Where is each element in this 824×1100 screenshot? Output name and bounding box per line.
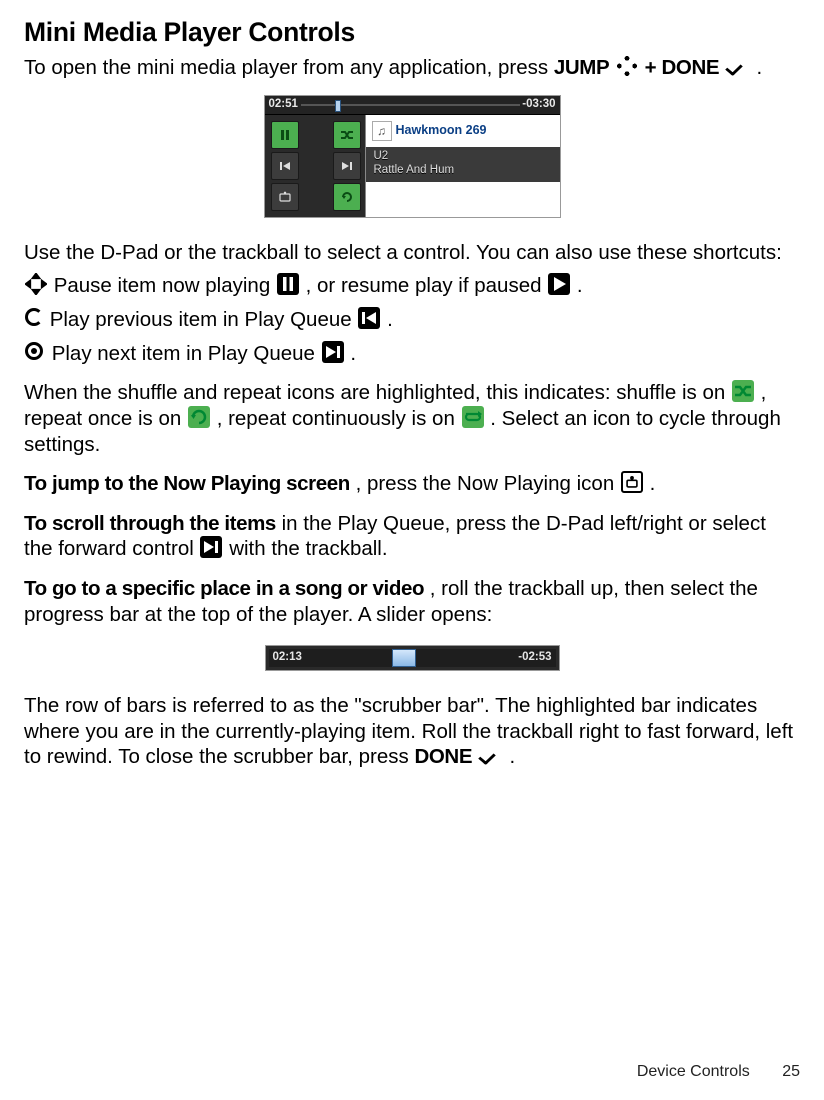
mini-media-player: 02:51 -03:30 [264,95,561,218]
footer-page-number: 25 [782,1063,800,1080]
done-key-label: DONE [662,56,720,79]
music-note-icon: ♫ [372,121,392,141]
seek-paragraph: To go to a specific place in a song or v… [24,576,800,627]
scrubber-a: The row of bars is referred to as the "s… [24,694,793,768]
repeat-once-icon [188,406,210,428]
now-playing-button[interactable] [271,183,299,211]
page-title: Mini Media Player Controls [24,16,800,49]
page-footer: Device Controls 25 [24,1062,800,1082]
next-button[interactable] [333,152,361,180]
done-icon [726,55,750,77]
pause-button[interactable] [271,121,299,149]
play-icon [548,273,570,295]
intro-paragraph: To open the mini media player from any a… [24,55,800,81]
next-text: Play next item in Play Queue [52,342,321,365]
shuffle-repeat-paragraph: When the shuffle and repeat icons are hi… [24,380,800,457]
next-shortcut-line: Play next item in Play Queue . [24,341,800,367]
scrubber-handle[interactable] [392,649,416,667]
dpad-intro: Use the D-Pad or the trackball to select… [24,240,800,266]
prev-text: Play previous item in Play Queue [50,308,358,331]
pause-text-mid: , or resume play if paused [306,274,548,297]
progress-track [301,104,520,106]
previous-track-icon [358,307,380,329]
done-icon-2 [479,744,503,766]
scrubber-b: . [510,745,516,768]
scrubber-paragraph: The row of bars is referred to as the "s… [24,693,800,770]
repeat-continuous-icon [462,406,484,428]
prev-post: . [387,308,393,331]
forward-ring-icon [25,341,45,363]
prev-shortcut-line: Play previous item in Play Queue . [24,307,800,333]
now-playing-bold: To jump to the Now Playing screen [24,472,350,495]
track-artist: U2 [374,150,552,164]
next-post: . [350,342,356,365]
pause-icon [277,273,299,295]
now-playing-rest: , press the Now Playing icon [356,472,620,495]
expand-arrows-icon [25,273,47,295]
repeat-button[interactable] [333,183,361,211]
rewind-ring-icon [25,307,43,329]
scroll-paragraph: To scroll through the items in the Play … [24,511,800,562]
previous-button[interactable] [271,152,299,180]
footer-section: Device Controls [637,1063,750,1080]
track-title: Hawkmoon 269 [396,123,487,138]
jump-key-label: JUMP [554,56,609,79]
track-meta: ♫ Hawkmoon 269 U2 Rattle And Hum [365,115,560,217]
player-figure: 02:51 -03:30 [24,95,800,218]
progress-bar[interactable]: 02:51 -03:30 [265,96,560,115]
shuffle-on-icon [732,380,754,402]
player-controls [265,115,365,217]
intro-post: . [757,56,763,79]
now-playing-paragraph: To jump to the Now Playing screen , pres… [24,471,800,497]
pause-text-post: . [577,274,583,297]
intro-text: To open the mini media player from any a… [24,56,554,79]
pause-text-pre: Pause item now playing [54,274,276,297]
forward-control-icon [200,536,222,558]
scroll-bold: To scroll through the items [24,512,276,535]
scrubber-done-label: DONE [414,745,472,768]
scrubber-remaining: -02:53 [518,652,551,664]
scrubber-figure: 02:13 -02:53 [24,641,800,671]
remaining-time: -03:30 [522,99,555,111]
next-track-icon [322,341,344,363]
scroll-rest-b: with the trackball. [229,537,387,560]
seek-bold: To go to a specific place in a song or v… [24,577,424,600]
now-playing-post: . [650,472,656,495]
shuffle-button[interactable] [333,121,361,149]
pause-shortcut-line: Pause item now playing , or resume play … [24,273,800,299]
scrubber-bar[interactable]: 02:13 -02:53 [265,645,560,671]
jump-icon [616,55,638,77]
elapsed-time: 02:51 [269,99,298,111]
sr-c: , repeat continuously is on [217,407,461,430]
scrubber-elapsed: 02:13 [273,652,302,664]
sr-a: When the shuffle and repeat icons are hi… [24,381,731,404]
now-playing-icon [621,471,643,493]
track-album: Rattle And Hum [374,164,552,178]
progress-knob[interactable] [335,100,341,112]
plus-text: + [645,56,662,79]
